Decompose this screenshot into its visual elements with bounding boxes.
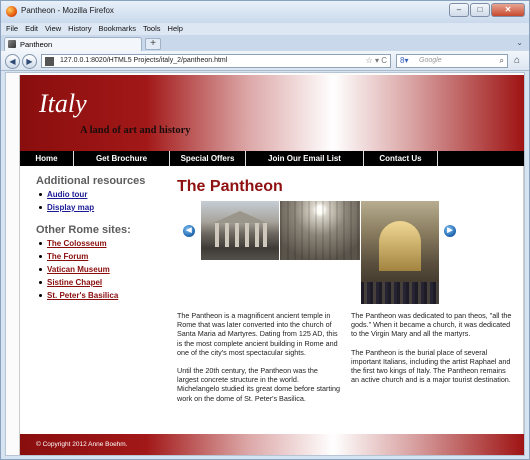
carousel-next-arrow-icon[interactable]: ▶ [444, 225, 456, 237]
window-title: Pantheon - Mozilla Firefox [21, 6, 114, 15]
home-icon[interactable]: ⌂ [510, 54, 524, 68]
menu-bookmarks[interactable]: Bookmarks [99, 23, 137, 35]
paragraph: The Pantheon is the burial place of seve… [351, 347, 511, 385]
tab-pantheon[interactable]: Pantheon [4, 37, 142, 51]
site-logo: Italy [39, 89, 87, 118]
site-identity-icon [45, 57, 54, 66]
tab-list-chevron-icon[interactable]: ⌄ [516, 38, 523, 47]
altar-arch-shape [379, 221, 421, 271]
pantheon-interior-image [361, 201, 439, 304]
other-sites-list: The Colosseum The Forum Vatican Museum S… [36, 239, 166, 300]
title-bar: Pantheon - Mozilla Firefox – □ ✕ [1, 1, 529, 23]
list-item: The Colosseum [36, 239, 166, 248]
sidebar: Additional resources Audio tour Display … [36, 175, 166, 312]
browser-window: Pantheon - Mozilla Firefox – □ ✕ File Ed… [0, 0, 530, 460]
list-item: The Forum [36, 252, 166, 261]
column-shape [255, 223, 259, 247]
navigation-toolbar: ◀ ▶ 127.0.0.1:8020/HTML5 Projects/italy_… [1, 51, 529, 71]
crowd-shape [361, 282, 439, 304]
list-item: Audio tour [36, 190, 166, 199]
st-peters-basilica-link[interactable]: St. Peter's Basilica [47, 291, 118, 300]
tab-bar: Pantheon + ⌄ [1, 35, 529, 51]
pantheon-exterior-image [201, 201, 279, 260]
paragraph: The Pantheon is a magnificent ancient te… [177, 311, 338, 357]
vatican-museum-link[interactable]: Vatican Museum [47, 265, 110, 274]
audio-tour-link[interactable]: Audio tour [47, 190, 87, 199]
close-button[interactable]: ✕ [491, 3, 525, 17]
page-viewport: Italy A land of art and history Home Get… [5, 72, 525, 456]
menu-edit[interactable]: Edit [25, 23, 38, 35]
column-shape [215, 223, 219, 247]
site-tagline: A land of art and history [80, 125, 191, 136]
main-nav: Home Get Brochure Special Offers Join Ou… [20, 151, 524, 166]
site-header: Italy A land of art and history [20, 75, 524, 151]
search-bar[interactable]: 8▾ Google ⌕ [396, 54, 508, 68]
menu-help[interactable]: Help [168, 23, 183, 35]
menu-bar: File Edit View History Bookmarks Tools H… [1, 23, 529, 35]
site-footer: © Copyright 2012 Anne Boehm. [20, 434, 524, 455]
menu-view[interactable]: View [45, 23, 61, 35]
nav-get-brochure[interactable]: Get Brochure [74, 151, 170, 166]
list-item: St. Peter's Basilica [36, 291, 166, 300]
other-sites-heading: Other Rome sites: [36, 224, 131, 236]
display-map-link[interactable]: Display map [47, 203, 94, 212]
url-text: 127.0.0.1:8020/HTML5 Projects/italy_2/pa… [60, 57, 228, 64]
back-button[interactable]: ◀ [5, 54, 20, 69]
content-column-left: The Pantheon is a magnificent ancient te… [177, 311, 340, 412]
forward-button[interactable]: ▶ [22, 54, 37, 69]
list-item: Sistine Chapel [36, 278, 166, 287]
menu-file[interactable]: File [6, 23, 18, 35]
reload-icon[interactable]: ☆ ▾ C [366, 56, 387, 65]
column-shape [225, 223, 229, 247]
paragraph: Until the 20th century, the Pantheon was… [177, 366, 341, 403]
menu-tools[interactable]: Tools [143, 23, 161, 35]
nav-join-email-list[interactable]: Join Our Email List [246, 151, 364, 166]
list-item: Vatican Museum [36, 265, 166, 274]
page-icon [8, 40, 16, 48]
window-controls: – □ ✕ [449, 3, 525, 17]
resources-list: Audio tour Display map [36, 190, 166, 212]
paragraph: The Pantheon was dedicated to pan theos,… [351, 311, 512, 339]
search-placeholder: Google [419, 57, 442, 64]
dome-ribs-shape [280, 201, 360, 260]
column-shape [235, 223, 239, 247]
sistine-chapel-link[interactable]: Sistine Chapel [47, 278, 102, 287]
new-tab-button[interactable]: + [145, 38, 161, 50]
pediment-shape [213, 211, 267, 223]
minimize-button[interactable]: – [449, 3, 469, 17]
maximize-button[interactable]: □ [470, 3, 490, 17]
nav-special-offers[interactable]: Special Offers [170, 151, 246, 166]
colosseum-link[interactable]: The Colosseum [47, 239, 107, 248]
menu-history[interactable]: History [68, 23, 91, 35]
resources-heading: Additional resources [36, 175, 146, 187]
column-shape [263, 223, 267, 247]
tab-label: Pantheon [20, 40, 53, 49]
forum-link[interactable]: The Forum [47, 252, 88, 261]
column-shape [245, 223, 249, 247]
url-bar[interactable]: 127.0.0.1:8020/HTML5 Projects/italy_2/pa… [41, 54, 391, 68]
search-magnifier-icon[interactable]: ⌕ [500, 56, 504, 66]
pantheon-dome-image [280, 201, 360, 260]
firefox-icon [6, 6, 17, 17]
web-page: Italy A land of art and history Home Get… [19, 75, 524, 455]
nav-contact-us[interactable]: Contact Us [364, 151, 438, 166]
copyright-text: © Copyright 2012 Anne Boehm. [36, 441, 128, 448]
carousel-prev-arrow-icon[interactable]: ◀ [183, 225, 195, 237]
nav-home[interactable]: Home [20, 151, 74, 166]
page-title: The Pantheon [177, 178, 283, 195]
content-column-right: The Pantheon was dedicated to pan theos,… [351, 311, 514, 393]
search-engine-icon[interactable]: 8▾ [400, 56, 408, 65]
list-item: Display map [36, 203, 166, 212]
